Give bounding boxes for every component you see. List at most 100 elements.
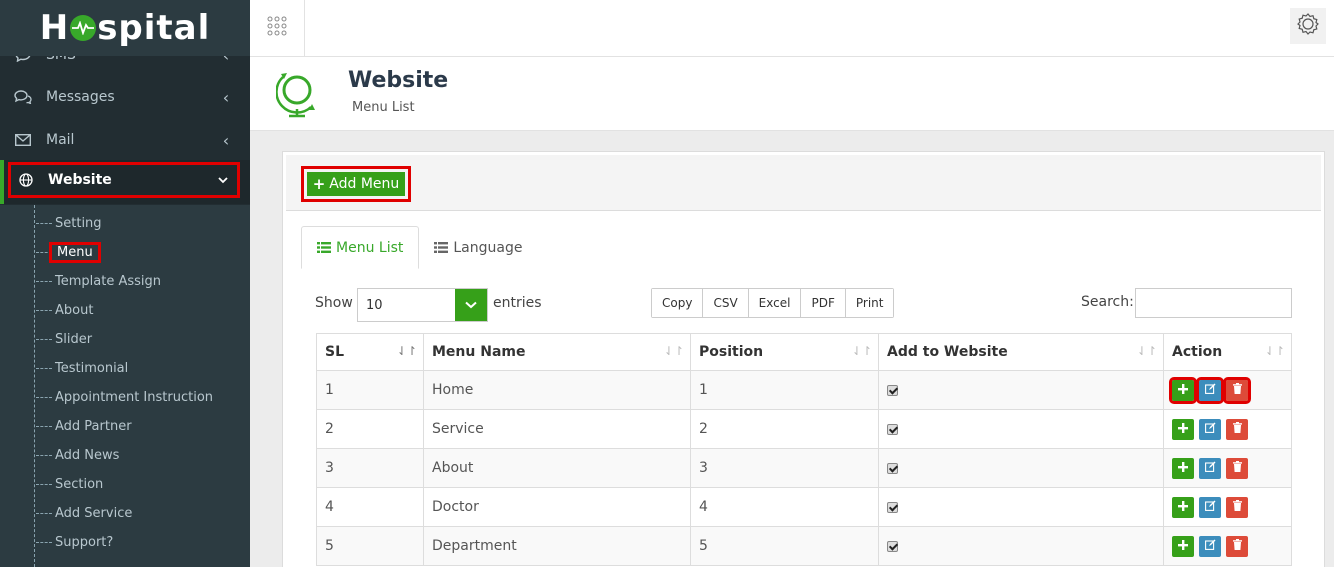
chevron-left-icon: ‹ bbox=[222, 130, 230, 150]
submenu-item-add-service[interactable]: Add Service bbox=[36, 499, 246, 528]
panel-tabs: Menu List Language bbox=[301, 226, 537, 269]
edit-button[interactable] bbox=[1199, 457, 1221, 479]
website-checkbox[interactable] bbox=[887, 462, 898, 474]
sidebar-item-label: Messages bbox=[46, 89, 115, 105]
edit-icon bbox=[1204, 382, 1216, 398]
settings-button[interactable] bbox=[1290, 8, 1326, 44]
plus-icon bbox=[1178, 382, 1188, 398]
delete-button[interactable] bbox=[1226, 457, 1248, 479]
top-navbar bbox=[250, 0, 1334, 57]
tab-menu-list[interactable]: Menu List bbox=[301, 226, 420, 269]
cell-menu-name: Doctor bbox=[423, 487, 691, 527]
edit-button[interactable] bbox=[1199, 535, 1221, 557]
submenu-item-setting[interactable]: Setting bbox=[36, 209, 246, 238]
menu-panel: + Add Menu Menu List Language Show 10 en… bbox=[282, 151, 1325, 567]
logo-text-left: H bbox=[39, 8, 70, 48]
globe-icon bbox=[19, 173, 37, 187]
column-header-menu-name[interactable]: Menu Name ⇃↾ bbox=[423, 333, 691, 371]
globe-stand-icon bbox=[275, 65, 322, 125]
list-icon bbox=[434, 242, 449, 253]
website-checkbox[interactable] bbox=[887, 501, 898, 513]
edit-button[interactable] bbox=[1199, 496, 1221, 518]
envelope-icon bbox=[14, 134, 32, 146]
column-header-position[interactable]: Position ⇃↾ bbox=[690, 333, 879, 371]
search-input[interactable] bbox=[1135, 288, 1292, 318]
sort-icon: ⇃↾ bbox=[851, 344, 872, 358]
chevron-left-icon: ‹ bbox=[222, 87, 230, 107]
chevron-down-icon bbox=[213, 172, 233, 188]
page-header: Website Menu List bbox=[250, 57, 1334, 131]
plus-icon bbox=[1178, 460, 1188, 476]
submenu-item-label: Menu bbox=[49, 242, 101, 263]
excel-button[interactable]: Excel bbox=[748, 289, 802, 317]
sidebar-item-messages[interactable]: Messages ‹ bbox=[0, 76, 250, 118]
submenu-item-slider[interactable]: Slider bbox=[36, 325, 246, 354]
column-header-add-to-website[interactable]: Add to Website ⇃↾ bbox=[878, 333, 1164, 371]
sidebar: SMS ‹ Hspital Messages ‹ Mail ‹ Website … bbox=[0, 0, 250, 567]
submenu-item-label: Add Service bbox=[55, 506, 133, 521]
add-submenu-button[interactable] bbox=[1172, 535, 1194, 557]
entries-label: entries bbox=[493, 295, 542, 311]
tab-label: Menu List bbox=[336, 239, 404, 256]
copy-button[interactable]: Copy bbox=[652, 289, 704, 317]
edit-button[interactable] bbox=[1196, 376, 1224, 404]
cell-add-to-website bbox=[878, 448, 1164, 488]
column-header-action[interactable]: Action ⇃↾ bbox=[1163, 333, 1292, 371]
column-header-sl[interactable]: SL ⇃↾ bbox=[316, 333, 424, 371]
print-button[interactable]: Print bbox=[845, 289, 894, 317]
add-submenu-button[interactable] bbox=[1172, 496, 1194, 518]
submenu-tree-line bbox=[34, 205, 35, 567]
apps-grid-button[interactable] bbox=[250, 0, 305, 56]
delete-button[interactable] bbox=[1223, 376, 1251, 404]
cell-sl: 5 bbox=[316, 526, 424, 566]
website-checkbox[interactable] bbox=[887, 540, 898, 552]
submenu-item-appointment-instruction[interactable]: Appointment Instruction bbox=[36, 383, 246, 412]
website-checkbox[interactable] bbox=[887, 423, 898, 435]
entries-select[interactable]: 10 bbox=[357, 288, 488, 322]
submenu-item-template-assign[interactable]: Template Assign bbox=[36, 267, 246, 296]
submenu-item-support[interactable]: Support? bbox=[36, 528, 246, 557]
sidebar-item-website[interactable]: Website bbox=[8, 162, 240, 198]
edit-button[interactable] bbox=[1199, 418, 1221, 440]
gear-icon bbox=[1296, 12, 1320, 40]
add-submenu-button[interactable] bbox=[1169, 376, 1197, 404]
sidebar-item-mail[interactable]: Mail ‹ bbox=[0, 119, 250, 161]
cell-add-to-website bbox=[878, 409, 1164, 449]
trash-icon bbox=[1232, 499, 1242, 515]
submenu-item-menu[interactable]: Menu bbox=[36, 238, 246, 267]
add-menu-button[interactable]: + Add Menu bbox=[307, 172, 405, 196]
trash-icon bbox=[1232, 382, 1242, 398]
table-controls: Show 10 entries Copy CSV Excel PDF Print… bbox=[315, 288, 1292, 322]
submenu-item-add-news[interactable]: Add News bbox=[36, 441, 246, 470]
cell-add-to-website bbox=[878, 487, 1164, 527]
submenu-item-label: Appointment Instruction bbox=[55, 390, 214, 405]
submenu-item-testimonial[interactable]: Testimonial bbox=[36, 354, 246, 383]
tab-label: Language bbox=[453, 239, 523, 256]
cell-sl: 4 bbox=[316, 487, 424, 527]
cell-action bbox=[1163, 448, 1292, 488]
cell-sl: 2 bbox=[316, 409, 424, 449]
tab-language[interactable]: Language bbox=[419, 226, 537, 269]
submenu-item-about[interactable]: About bbox=[36, 296, 246, 325]
menu-table: SL ⇃↾ Menu Name ⇃↾ Position ⇃↾ Add to Websi… bbox=[316, 333, 1292, 566]
submenu-item-label: Add Partner bbox=[55, 419, 132, 434]
app-logo[interactable]: Hspital bbox=[0, 0, 250, 56]
delete-button[interactable] bbox=[1226, 535, 1248, 557]
website-checkbox[interactable] bbox=[887, 384, 898, 396]
heartbeat-icon bbox=[70, 15, 97, 41]
pdf-button[interactable]: PDF bbox=[801, 289, 846, 317]
cell-menu-name: About bbox=[423, 448, 691, 488]
cell-position: 1 bbox=[690, 370, 879, 410]
submenu-item-add-partner[interactable]: Add Partner bbox=[36, 412, 246, 441]
csv-button[interactable]: CSV bbox=[703, 289, 749, 317]
delete-button[interactable] bbox=[1226, 496, 1248, 518]
delete-button[interactable] bbox=[1226, 418, 1248, 440]
submenu-item-section[interactable]: Section bbox=[36, 470, 246, 499]
add-submenu-button[interactable] bbox=[1172, 418, 1194, 440]
submenu-item-label: Section bbox=[55, 477, 104, 492]
search-label: Search: bbox=[1081, 294, 1134, 310]
plus-icon bbox=[1178, 421, 1188, 437]
add-submenu-button[interactable] bbox=[1172, 457, 1194, 479]
plus-icon bbox=[1178, 499, 1188, 515]
submenu-item-label: Support? bbox=[55, 535, 114, 550]
